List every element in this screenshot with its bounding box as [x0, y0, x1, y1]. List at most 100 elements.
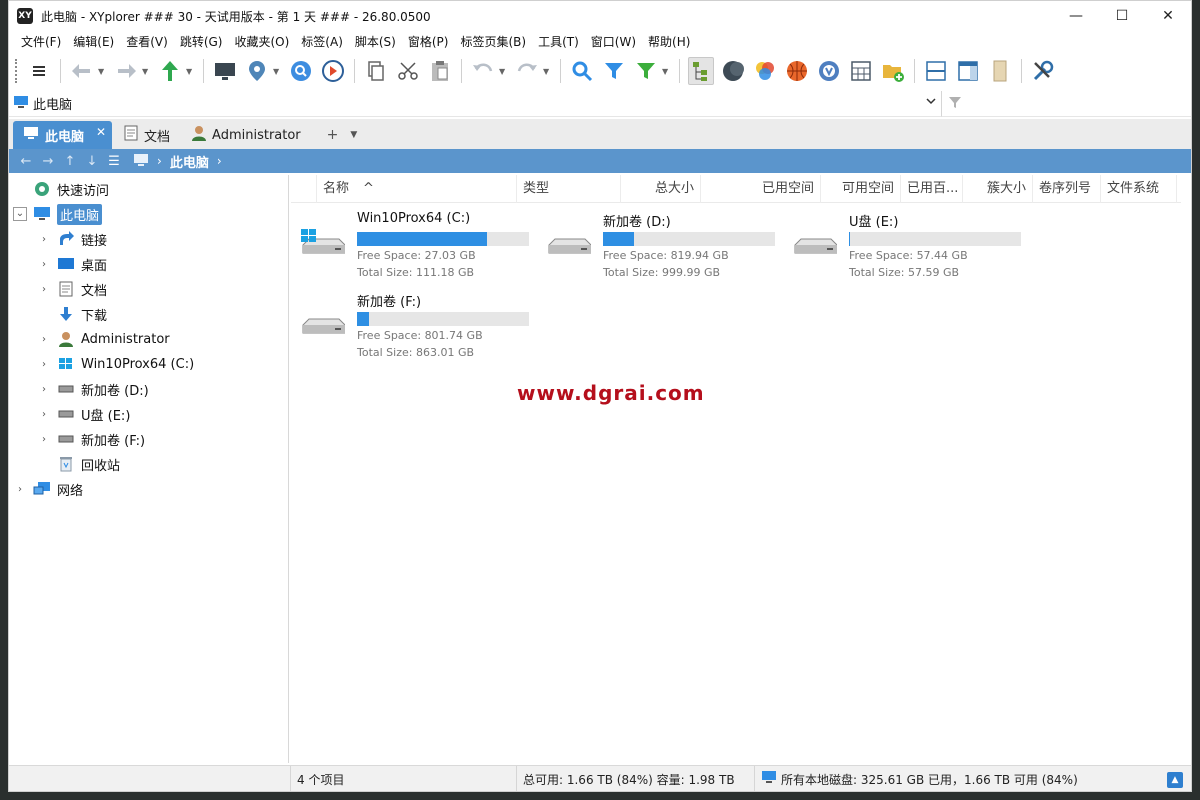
- tree-item-drive-d[interactable]: › 新加卷 (D:): [37, 377, 149, 401]
- address-text[interactable]: 此电脑: [33, 94, 72, 113]
- this-pc-icon[interactable]: [133, 153, 149, 170]
- menu-tools[interactable]: 工具(T): [532, 31, 585, 53]
- dual-pane-horizontal-icon[interactable]: [923, 57, 949, 85]
- column-cluster-size[interactable]: 簇大小: [963, 174, 1033, 203]
- tree-item-links[interactable]: › 链接: [37, 227, 107, 251]
- preview-pane-icon[interactable]: [955, 57, 981, 85]
- chevron-right-icon[interactable]: ›: [37, 384, 51, 395]
- down-arrow-icon[interactable]: ↓: [81, 154, 103, 169]
- forward-dropdown-icon[interactable]: ▼: [142, 67, 150, 76]
- tab-administrator[interactable]: Administrator: [182, 121, 311, 149]
- breadcrumb-current[interactable]: 此电脑: [170, 152, 209, 171]
- column-file-system[interactable]: 文件系统: [1101, 174, 1177, 203]
- drive-tile-c[interactable]: Win10Prox64 (C:) Free Space: 27.03 GB To…: [291, 207, 531, 279]
- tools-wrench-icon[interactable]: [1030, 57, 1056, 85]
- chevron-right-icon[interactable]: ›: [37, 334, 51, 345]
- tree-item-recycle-bin[interactable]: 回收站: [37, 452, 120, 476]
- column-used-percent[interactable]: 已用百...: [901, 174, 963, 203]
- new-folder-icon[interactable]: [880, 57, 906, 85]
- tab-documents[interactable]: 文档: [114, 121, 180, 149]
- up-arrow-icon[interactable]: ↑: [59, 154, 81, 169]
- menu-view[interactable]: 查看(V): [120, 31, 174, 53]
- up-arrow-icon[interactable]: [157, 57, 183, 85]
- menu-panes[interactable]: 窗格(P): [402, 31, 455, 53]
- tree-item-documents[interactable]: › 文档: [37, 277, 107, 301]
- live-filter-box[interactable]: [941, 91, 1191, 117]
- redo-dropdown-icon[interactable]: ▼: [543, 67, 551, 76]
- up-dropdown-icon[interactable]: ▼: [186, 67, 194, 76]
- play-circle-icon[interactable]: [320, 57, 346, 85]
- add-tab-button[interactable]: +: [327, 121, 339, 149]
- tab-this-pc[interactable]: 此电脑 ✕: [13, 121, 113, 149]
- close-button[interactable]: ✕: [1145, 1, 1191, 31]
- menu-edit[interactable]: 编辑(E): [67, 31, 120, 53]
- find-circle-icon[interactable]: [288, 57, 314, 85]
- cut-scissors-icon[interactable]: [395, 57, 421, 85]
- minimize-button[interactable]: —: [1053, 1, 1099, 31]
- chevron-down-icon[interactable]: ⌄: [13, 207, 27, 221]
- search-icon[interactable]: [569, 57, 595, 85]
- chevron-right-icon[interactable]: ›: [37, 234, 51, 245]
- forward-arrow-icon[interactable]: [113, 57, 139, 85]
- toolbar-grip[interactable]: [15, 59, 19, 83]
- back-arrow-icon[interactable]: [69, 57, 95, 85]
- address-bar[interactable]: 此电脑: [9, 91, 941, 117]
- forward-arrow-icon[interactable]: →: [37, 154, 59, 169]
- visual-filter-icon[interactable]: [633, 57, 659, 85]
- chevron-right-icon[interactable]: ›: [217, 154, 222, 168]
- chevron-right-icon[interactable]: ›: [37, 434, 51, 445]
- tree-item-drive-f[interactable]: › 新加卷 (F:): [37, 427, 145, 451]
- dark-moon-icon[interactable]: [720, 57, 746, 85]
- menu-help[interactable]: 帮助(H): [642, 31, 696, 53]
- tree-item-downloads[interactable]: 下载: [37, 302, 107, 326]
- menu-tags[interactable]: 标签(A): [295, 31, 349, 53]
- back-dropdown-icon[interactable]: ▼: [98, 67, 106, 76]
- chevron-right-icon[interactable]: ›: [37, 359, 51, 370]
- chevron-down-icon[interactable]: [925, 95, 937, 110]
- chevron-right-icon[interactable]: ›: [13, 484, 27, 495]
- location-pin-icon[interactable]: [244, 57, 270, 85]
- tree-item-this-pc[interactable]: ⌄ 此电脑: [13, 202, 103, 226]
- status-expand-icon[interactable]: ▲: [1167, 772, 1183, 788]
- menu-tabsets[interactable]: 标签页集(B): [454, 31, 532, 53]
- column-total-size[interactable]: 总大小: [621, 174, 701, 203]
- chevron-right-icon[interactable]: ›: [157, 154, 162, 168]
- ball-icon[interactable]: [784, 57, 810, 85]
- tree-item-quick-access[interactable]: 快速访问: [13, 177, 109, 201]
- column-used-space[interactable]: 已用空间: [701, 174, 821, 203]
- computer-icon[interactable]: [212, 57, 238, 85]
- menu-favorites[interactable]: 收藏夹(O): [228, 31, 295, 53]
- tree-item-drive-c[interactable]: › Win10Prox64 (C:): [37, 352, 194, 376]
- tab-list-dropdown-icon[interactable]: ▼: [350, 121, 357, 149]
- hamburger-menu-icon[interactable]: [26, 57, 52, 85]
- drive-tile-e[interactable]: U盘 (E:) Free Space: 57.44 GB Total Size:…: [783, 207, 1023, 279]
- menu-file[interactable]: 文件(F): [15, 31, 67, 53]
- column-type[interactable]: 类型: [517, 174, 621, 203]
- settings-badge-icon[interactable]: [816, 57, 842, 85]
- column-name[interactable]: 名称 ^: [317, 174, 517, 203]
- tree-item-drive-e[interactable]: › U盘 (E:): [37, 402, 130, 426]
- filter-icon[interactable]: [601, 57, 627, 85]
- close-icon[interactable]: ✕: [96, 125, 106, 139]
- drive-tile-d[interactable]: 新加卷 (D:) Free Space: 819.94 GB Total Siz…: [537, 207, 777, 279]
- maximize-button[interactable]: ☐: [1099, 1, 1145, 31]
- tree-item-network[interactable]: › 网络: [13, 477, 83, 501]
- redo-icon[interactable]: [514, 57, 540, 85]
- app-icon[interactable]: XY: [17, 8, 33, 24]
- chevron-right-icon[interactable]: ›: [37, 284, 51, 295]
- calculator-grid-icon[interactable]: [848, 57, 874, 85]
- tree-toggle-icon[interactable]: [688, 57, 714, 85]
- drive-tile-f[interactable]: 新加卷 (F:) Free Space: 801.74 GB Total Siz…: [291, 287, 531, 359]
- column-free-space[interactable]: 可用空间: [821, 174, 901, 203]
- column-volume-serial[interactable]: 卷序列号: [1033, 174, 1101, 203]
- tree-item-desktop[interactable]: › 桌面: [37, 252, 107, 276]
- color-filter-icon[interactable]: [752, 57, 778, 85]
- undo-dropdown-icon[interactable]: ▼: [499, 67, 507, 76]
- filter-dropdown-icon[interactable]: ▼: [662, 67, 670, 76]
- menu-go[interactable]: 跳转(G): [174, 31, 229, 53]
- location-dropdown-icon[interactable]: ▼: [273, 67, 281, 76]
- tree-item-administrator[interactable]: › Administrator: [37, 327, 170, 351]
- chevron-right-icon[interactable]: ›: [37, 409, 51, 420]
- menu-scripting[interactable]: 脚本(S): [349, 31, 402, 53]
- paste-clipboard-icon[interactable]: [427, 57, 453, 85]
